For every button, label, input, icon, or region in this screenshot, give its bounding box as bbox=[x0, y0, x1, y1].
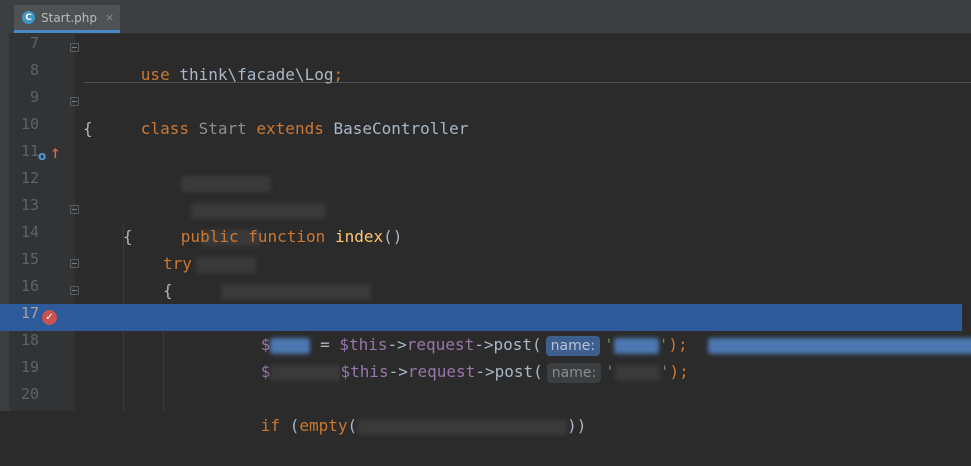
code-line[interactable]: 7 use think\facade\Log; bbox=[0, 34, 962, 84]
line-number: 7 bbox=[29, 34, 39, 52]
keyword-try: try bbox=[163, 254, 192, 273]
tab-label: Start.php bbox=[41, 10, 97, 25]
line-number: 9 bbox=[29, 88, 39, 106]
breakpoint-icon[interactable]: ✓ bbox=[42, 310, 57, 325]
implements-icon[interactable]: o bbox=[38, 149, 46, 163]
tab-start-php[interactable]: C Start.php × bbox=[14, 5, 120, 33]
redacted-text bbox=[357, 418, 568, 435]
brace: { bbox=[83, 119, 93, 138]
keyword-if: if bbox=[260, 416, 281, 435]
code-line[interactable]: 19 bbox=[0, 358, 962, 385]
line-number: 10 bbox=[20, 115, 39, 133]
code-line[interactable]: 9 class Start extends BaseController bbox=[0, 88, 962, 138]
open-paren: ( bbox=[347, 416, 358, 435]
code-line-current[interactable]: 17 ✓ $ = $this->request->post(name: ' '); bbox=[0, 304, 971, 356]
brace: { bbox=[163, 281, 173, 300]
line-number: 15 bbox=[20, 250, 39, 268]
fold-icon[interactable] bbox=[70, 259, 79, 268]
line-number: 18 bbox=[20, 331, 39, 349]
line-number: 13 bbox=[20, 196, 39, 214]
open-paren: ( bbox=[280, 416, 300, 435]
line-number: 20 bbox=[20, 385, 39, 403]
code-line[interactable]: 15 try bbox=[0, 250, 962, 277]
php-class-icon: C bbox=[22, 11, 35, 24]
code-line[interactable]: 8 bbox=[0, 61, 962, 88]
code-lines: 7 use think\facade\Log; 8 9 class Start … bbox=[0, 34, 971, 435]
code-line[interactable]: 20 if (empty()) bbox=[0, 385, 962, 435]
function-empty: empty bbox=[299, 416, 348, 435]
fold-icon[interactable] bbox=[70, 286, 79, 295]
code-line[interactable]: 13 public function index() bbox=[0, 196, 962, 246]
line-number: 17 bbox=[20, 304, 39, 322]
line-number: 8 bbox=[29, 61, 39, 79]
line-number: 14 bbox=[20, 223, 39, 241]
close-paren: )) bbox=[567, 416, 587, 435]
line-number: 11 bbox=[20, 142, 39, 160]
code-line[interactable]: 12 bbox=[0, 169, 962, 196]
line-number: 19 bbox=[20, 358, 39, 376]
fold-icon[interactable] bbox=[70, 43, 79, 52]
code-line[interactable]: 18 $ $this->request->post(name: ' '); bbox=[0, 331, 962, 383]
override-arrow-icon[interactable]: ↑ bbox=[50, 147, 61, 162]
code-line[interactable]: 10 { bbox=[0, 115, 962, 142]
editor-tab-bar: C Start.php × bbox=[9, 0, 971, 34]
fold-icon[interactable] bbox=[70, 205, 79, 214]
code-line[interactable]: 16 { bbox=[0, 277, 962, 304]
code-line[interactable]: 11 o ↑ bbox=[0, 142, 962, 300]
fold-icon[interactable] bbox=[70, 97, 79, 106]
line-number: 12 bbox=[20, 169, 39, 187]
line-number: 16 bbox=[20, 277, 39, 295]
close-icon[interactable]: × bbox=[105, 11, 114, 24]
code-line[interactable]: 14 { bbox=[0, 223, 962, 250]
brace: { bbox=[123, 227, 133, 246]
